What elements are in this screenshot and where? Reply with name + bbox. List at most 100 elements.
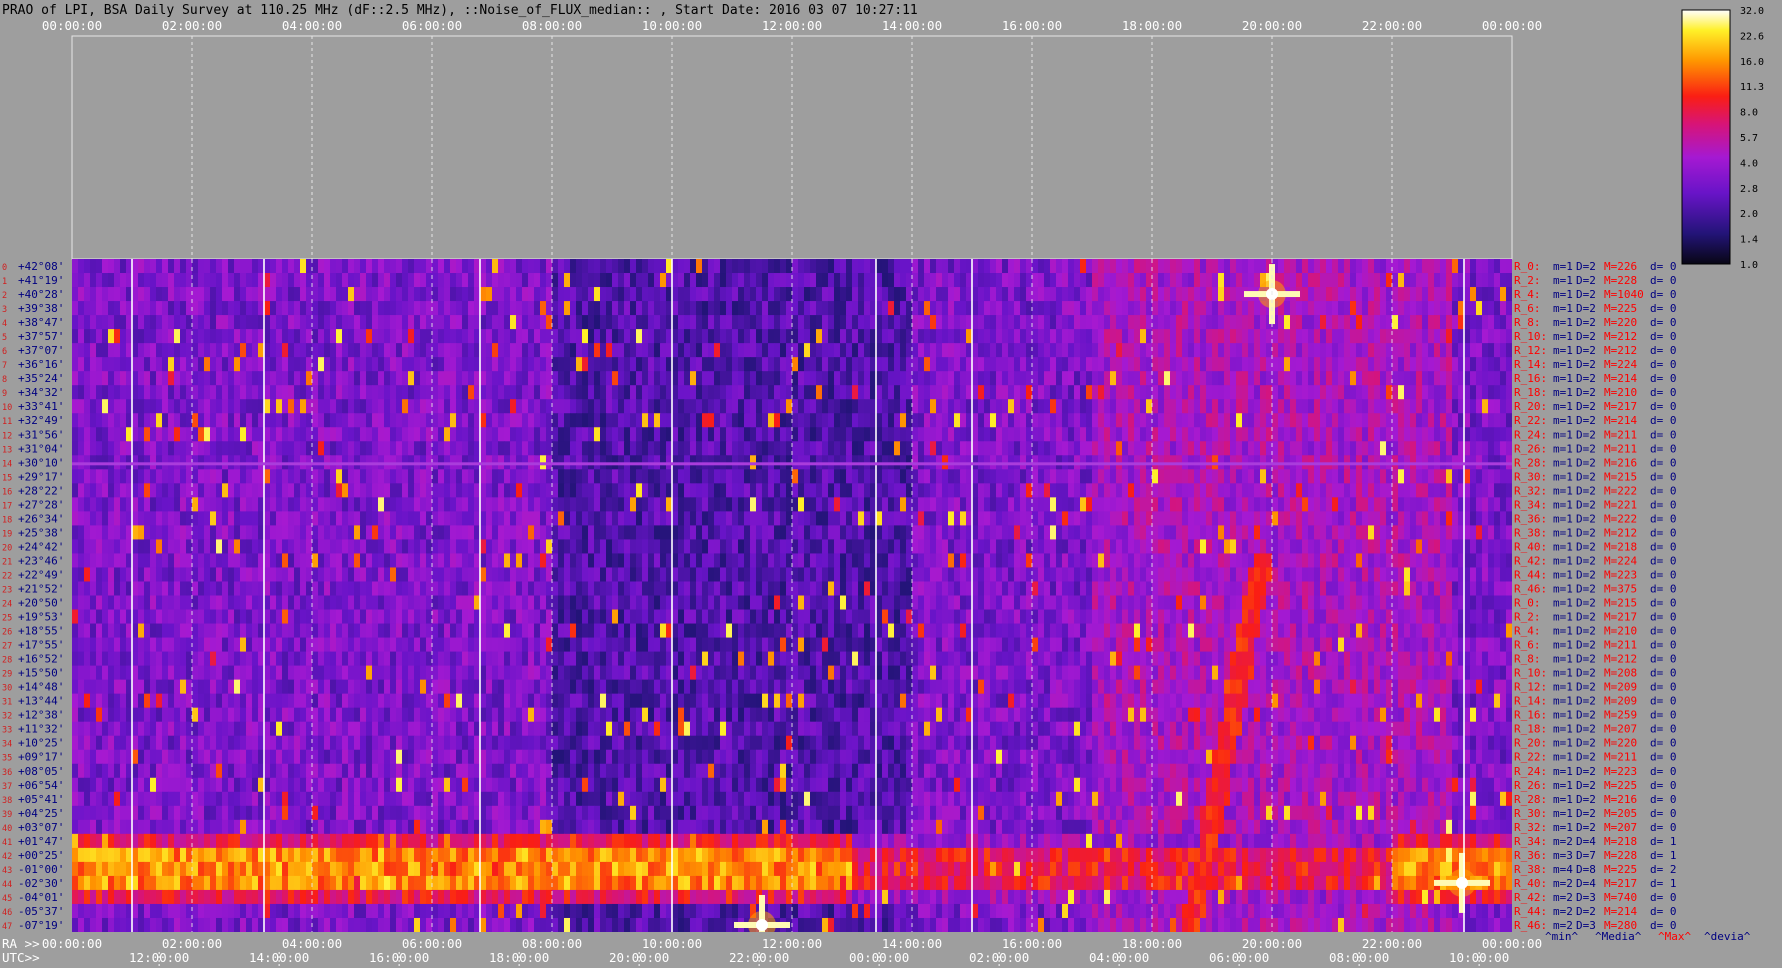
heatmap-cell bbox=[1128, 301, 1135, 316]
heatmap-cell bbox=[282, 357, 289, 372]
heatmap-cell bbox=[948, 385, 955, 400]
heatmap-cell bbox=[342, 483, 349, 498]
heatmap-cell bbox=[1008, 511, 1015, 526]
heatmap-cell bbox=[750, 273, 757, 288]
heatmap-cell bbox=[1170, 483, 1177, 498]
heatmap-cell bbox=[210, 525, 217, 541]
heatmap-cell bbox=[1032, 483, 1039, 498]
heatmap-cell bbox=[480, 427, 487, 442]
heatmap-cell bbox=[888, 329, 895, 344]
heatmap-cell bbox=[1074, 399, 1081, 414]
heatmap-cell bbox=[168, 497, 175, 512]
heatmap-cell bbox=[312, 343, 319, 358]
heatmap-cell bbox=[888, 301, 895, 316]
heatmap-cell bbox=[132, 357, 139, 372]
top-axis-tick-label: 12:00:00 bbox=[762, 18, 822, 33]
heatmap-cell bbox=[1452, 301, 1459, 316]
heatmap-cell bbox=[960, 427, 967, 442]
heatmap-cell bbox=[738, 357, 745, 372]
heatmap-cell bbox=[846, 483, 853, 498]
heatmap-cell bbox=[132, 469, 139, 484]
heatmap-cell bbox=[90, 497, 97, 512]
heatmap-cell bbox=[78, 497, 85, 512]
heatmap-cell bbox=[1476, 385, 1483, 400]
heatmap-cell bbox=[1470, 385, 1477, 400]
heatmap-cell bbox=[900, 301, 907, 316]
heatmap-cell bbox=[798, 259, 805, 274]
heatmap-cell bbox=[294, 371, 301, 386]
heatmap-cell bbox=[576, 357, 583, 372]
heatmap-cell bbox=[888, 315, 895, 330]
heatmap-cell bbox=[1122, 441, 1129, 456]
heatmap-cell bbox=[114, 315, 121, 330]
heatmap-cell bbox=[294, 497, 301, 512]
heatmap-cell bbox=[1056, 301, 1063, 316]
heatmap-cell bbox=[714, 287, 721, 302]
heatmap-cell bbox=[294, 427, 301, 442]
heatmap-cell bbox=[774, 539, 781, 555]
heatmap-cell bbox=[174, 497, 181, 512]
heatmap-cell bbox=[720, 301, 727, 316]
heatmap-cell bbox=[246, 511, 253, 526]
heatmap-cell bbox=[744, 301, 751, 316]
heatmap-cell bbox=[606, 301, 613, 316]
heatmap-cell bbox=[132, 371, 139, 386]
heatmap-cell bbox=[612, 441, 619, 456]
heatmap-cell bbox=[606, 315, 613, 330]
heatmap-cell bbox=[282, 511, 289, 526]
heatmap-cell bbox=[288, 343, 295, 358]
heatmap-cell bbox=[834, 525, 841, 541]
heatmap-cell bbox=[732, 399, 739, 414]
heatmap-cell bbox=[1050, 427, 1057, 442]
heatmap-cell bbox=[432, 315, 439, 330]
heatmap-cell bbox=[534, 427, 541, 442]
heatmap-cell bbox=[1374, 413, 1381, 428]
heatmap-cell bbox=[102, 399, 109, 414]
heatmap-cell bbox=[1482, 287, 1489, 302]
heatmap-cell bbox=[180, 539, 187, 555]
heatmap-cell bbox=[624, 539, 631, 555]
heatmap-cell bbox=[1074, 287, 1081, 302]
heatmap-cell bbox=[1242, 469, 1249, 484]
heatmap-cell bbox=[600, 287, 607, 302]
heatmap-cell bbox=[216, 441, 223, 456]
heatmap-cell bbox=[432, 483, 439, 498]
heatmap-cell bbox=[1314, 385, 1321, 400]
heatmap-cell bbox=[492, 511, 499, 526]
heatmap-cell bbox=[1290, 483, 1297, 498]
heatmap-cell bbox=[882, 357, 889, 372]
heatmap-cell bbox=[618, 469, 625, 484]
heatmap-cell bbox=[1182, 385, 1189, 400]
heatmap-cell bbox=[1272, 497, 1279, 512]
heatmap-cell bbox=[348, 413, 355, 428]
heatmap-cell bbox=[1044, 469, 1051, 484]
heatmap-cell bbox=[1500, 259, 1507, 274]
heatmap-cell bbox=[894, 287, 901, 302]
heatmap-cell bbox=[720, 441, 727, 456]
heatmap-cell bbox=[246, 315, 253, 330]
heatmap-cell bbox=[924, 399, 931, 414]
heatmap-cell bbox=[720, 385, 727, 400]
heatmap-cell bbox=[792, 511, 799, 526]
heatmap-cell bbox=[1314, 301, 1321, 316]
heatmap-cell bbox=[402, 441, 409, 456]
heatmap-cell bbox=[756, 259, 763, 274]
heatmap-cell bbox=[492, 357, 499, 372]
heatmap-cell bbox=[708, 525, 715, 541]
heatmap-cell bbox=[1422, 413, 1429, 428]
heatmap-cell bbox=[1476, 399, 1483, 414]
heatmap-cell bbox=[630, 511, 637, 526]
heatmap-cell bbox=[222, 539, 229, 555]
heatmap-cell bbox=[246, 497, 253, 512]
heatmap-cell bbox=[828, 343, 835, 358]
heatmap-cell bbox=[1044, 511, 1051, 526]
heatmap-cell bbox=[612, 259, 619, 274]
heatmap-cell bbox=[1104, 259, 1111, 274]
heatmap-cell bbox=[1116, 399, 1123, 414]
heatmap-cell bbox=[996, 497, 1003, 512]
heatmap-cell bbox=[924, 525, 931, 541]
heatmap-cell bbox=[540, 343, 547, 358]
heatmap-cell bbox=[570, 399, 577, 414]
heatmap-cell bbox=[576, 413, 583, 428]
heatmap-cell bbox=[1482, 371, 1489, 386]
